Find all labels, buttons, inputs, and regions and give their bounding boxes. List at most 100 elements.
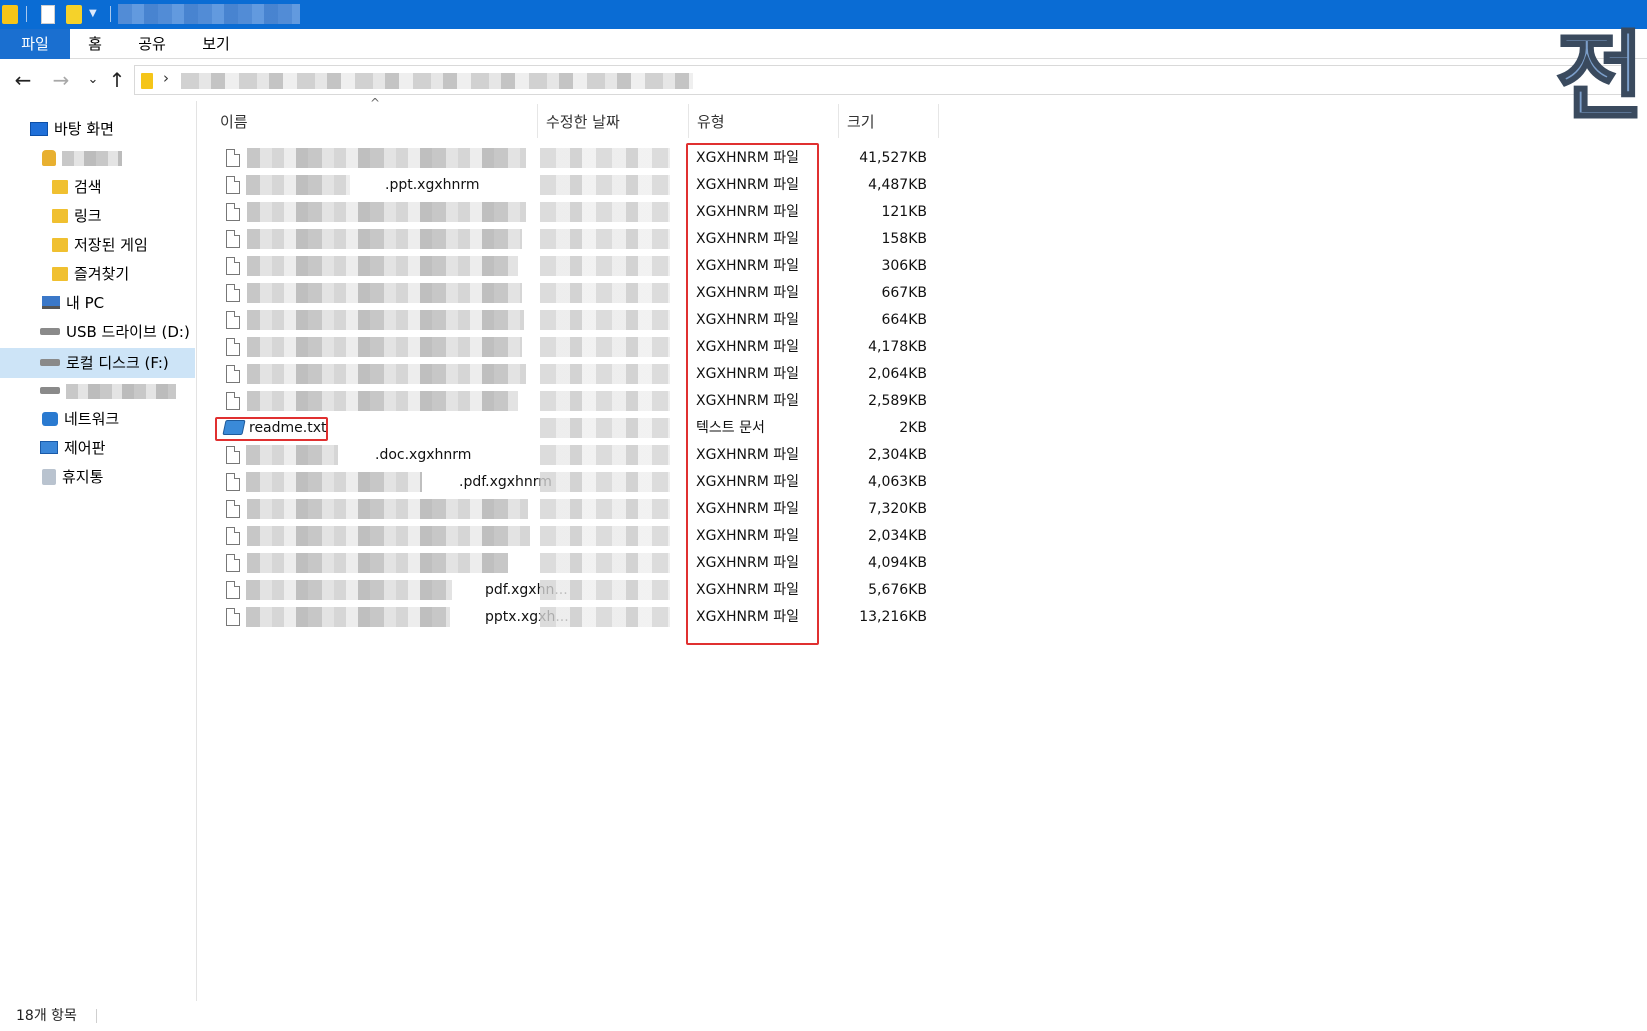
file-row[interactable]: XGXHNRM 파일 158KB (214, 226, 934, 253)
sidebar-item-user[interactable] (42, 145, 122, 171)
file-row[interactable]: XGXHNRM 파일 4,178KB (214, 334, 934, 361)
type-column-highlight (686, 143, 819, 645)
file-name-redacted (246, 256, 518, 276)
file-row[interactable]: XGXHNRM 파일 4,094KB (214, 550, 934, 577)
toolbar-separator (26, 6, 27, 22)
sidebar-item-recycle-bin[interactable]: 휴지통 (42, 464, 103, 490)
date-modified-redacted (540, 202, 670, 222)
file-name (246, 253, 247, 280)
title-bar: ▼ (0, 0, 1647, 29)
sidebar-item-saved-games[interactable]: 저장된 게임 (52, 232, 148, 258)
file-row[interactable]: XGXHNRM 파일 121KB (214, 199, 934, 226)
window-title-redacted (118, 4, 300, 24)
drive-icon (40, 387, 60, 394)
date-modified-redacted (540, 337, 670, 357)
tab-home[interactable]: 홈 (78, 29, 112, 59)
customize-toolbar-chevron-down-icon[interactable]: ▼ (89, 8, 97, 19)
control-panel-icon (40, 441, 58, 454)
sidebar-item-search[interactable]: 검색 (52, 174, 102, 200)
sidebar-item-local-disk[interactable]: 로컬 디스크 (F:) (0, 348, 195, 378)
file-row[interactable]: .ppt.xgxhnrm XGXHNRM 파일 4,487KB (214, 172, 934, 199)
file-icon (226, 473, 240, 491)
column-divider[interactable] (938, 104, 939, 138)
chevron-right-icon[interactable]: › (163, 69, 169, 87)
tab-view[interactable]: 보기 (196, 29, 236, 59)
date-modified-redacted (540, 472, 670, 492)
sidebar-item-links[interactable]: 링크 (52, 203, 102, 229)
sidebar-item-label: 휴지통 (62, 468, 104, 486)
file-size: 41,527KB (859, 150, 927, 166)
file-row[interactable]: .pdf.xgxhnrm XGXHNRM 파일 4,063KB (214, 469, 934, 496)
file-size: 4,063KB (868, 474, 927, 490)
file-row[interactable]: XGXHNRM 파일 2,064KB (214, 361, 934, 388)
folder-icon (141, 73, 153, 89)
file-icon (226, 338, 240, 356)
column-header-type[interactable]: 유형 (689, 106, 839, 138)
sidebar-item-usb-drive[interactable]: USB 드라이브 (D:) (40, 319, 190, 345)
file-row[interactable]: XGXHNRM 파일 7,320KB (214, 496, 934, 523)
usb-drive-icon (40, 328, 60, 335)
file-icon (226, 365, 240, 383)
column-header-name[interactable]: 이름 (212, 106, 537, 138)
sidebar-item-network[interactable]: 네트워크 (42, 406, 119, 432)
forward-arrow-icon[interactable]: → (48, 67, 74, 93)
user-name-redacted (62, 151, 122, 166)
date-modified-redacted (540, 364, 670, 384)
sidebar-item-favorites[interactable]: 즐겨찾기 (52, 261, 129, 287)
folder-icon[interactable] (2, 5, 18, 24)
column-header-size[interactable]: 크기 (839, 106, 939, 138)
address-bar[interactable]: › (134, 65, 1634, 95)
favorites-icon (52, 266, 68, 281)
date-modified-redacted (540, 418, 670, 438)
file-row[interactable]: XGXHNRM 파일 306KB (214, 253, 934, 280)
file-name (246, 496, 247, 523)
tab-file[interactable]: 파일 (0, 29, 70, 59)
file-icon (226, 176, 240, 194)
properties-icon[interactable] (41, 5, 55, 24)
file-row[interactable]: XGXHNRM 파일 2,589KB (214, 388, 934, 415)
file-icon (226, 230, 240, 248)
date-modified-redacted (540, 553, 670, 573)
readme-highlight (215, 417, 328, 441)
date-modified-redacted (540, 256, 670, 276)
up-arrow-icon[interactable]: ↑ (104, 67, 130, 93)
file-icon (226, 527, 240, 545)
file-row[interactable]: XGXHNRM 파일 667KB (214, 280, 934, 307)
saved-games-icon (52, 237, 68, 252)
file-size: 4,487KB (868, 177, 927, 193)
file-row[interactable]: pdf.xgxhn... XGXHNRM 파일 5,676KB (214, 577, 934, 604)
sidebar-item-this-pc[interactable]: 내 PC (42, 290, 104, 316)
file-name-redacted (246, 499, 528, 519)
sidebar-item-desktop[interactable]: 바탕 화면 (30, 116, 114, 142)
file-icon (226, 608, 240, 626)
column-header-date[interactable]: 수정한 날짜 (538, 106, 688, 138)
sidebar-item-label: 네트워크 (64, 410, 120, 428)
back-arrow-icon[interactable]: ← (10, 67, 36, 93)
date-modified-redacted (540, 499, 670, 519)
file-row[interactable]: XGXHNRM 파일 2,034KB (214, 523, 934, 550)
tab-share[interactable]: 공유 (132, 29, 172, 59)
new-folder-icon[interactable] (66, 5, 82, 24)
sidebar-item-control-panel[interactable]: 제어판 (40, 435, 105, 461)
date-modified-redacted (540, 445, 670, 465)
local-disk-icon (40, 359, 60, 366)
file-name (246, 280, 247, 307)
file-icon (226, 203, 240, 221)
file-row[interactable]: .doc.xgxhnrm XGXHNRM 파일 2,304KB (214, 442, 934, 469)
sidebar-item-label: 검색 (74, 178, 102, 196)
date-modified-redacted (540, 229, 670, 249)
file-icon (226, 149, 240, 167)
recent-locations-chevron-down-icon[interactable]: ⌄ (80, 67, 106, 93)
file-size: 667KB (881, 285, 927, 301)
file-row[interactable]: XGXHNRM 파일 664KB (214, 307, 934, 334)
file-row[interactable]: XGXHNRM 파일 41,527KB (214, 145, 934, 172)
file-name-redacted (246, 337, 522, 357)
navigation-bar: ← → ⌄ ↑ › (0, 59, 1647, 101)
sidebar-item-drive[interactable] (40, 378, 176, 404)
file-size: 121KB (881, 204, 927, 220)
file-name-redacted (246, 310, 524, 330)
navigation-pane: 바탕 화면 검색 링크 저장된 게임 즐겨찾기 내 PC USB 드라이브 (D… (0, 101, 197, 1001)
file-row[interactable]: pptx.xgxh... XGXHNRM 파일 13,216KB (214, 604, 934, 631)
file-name: .doc.xgxhnrm (374, 442, 472, 469)
file-name-redacted (246, 364, 526, 384)
